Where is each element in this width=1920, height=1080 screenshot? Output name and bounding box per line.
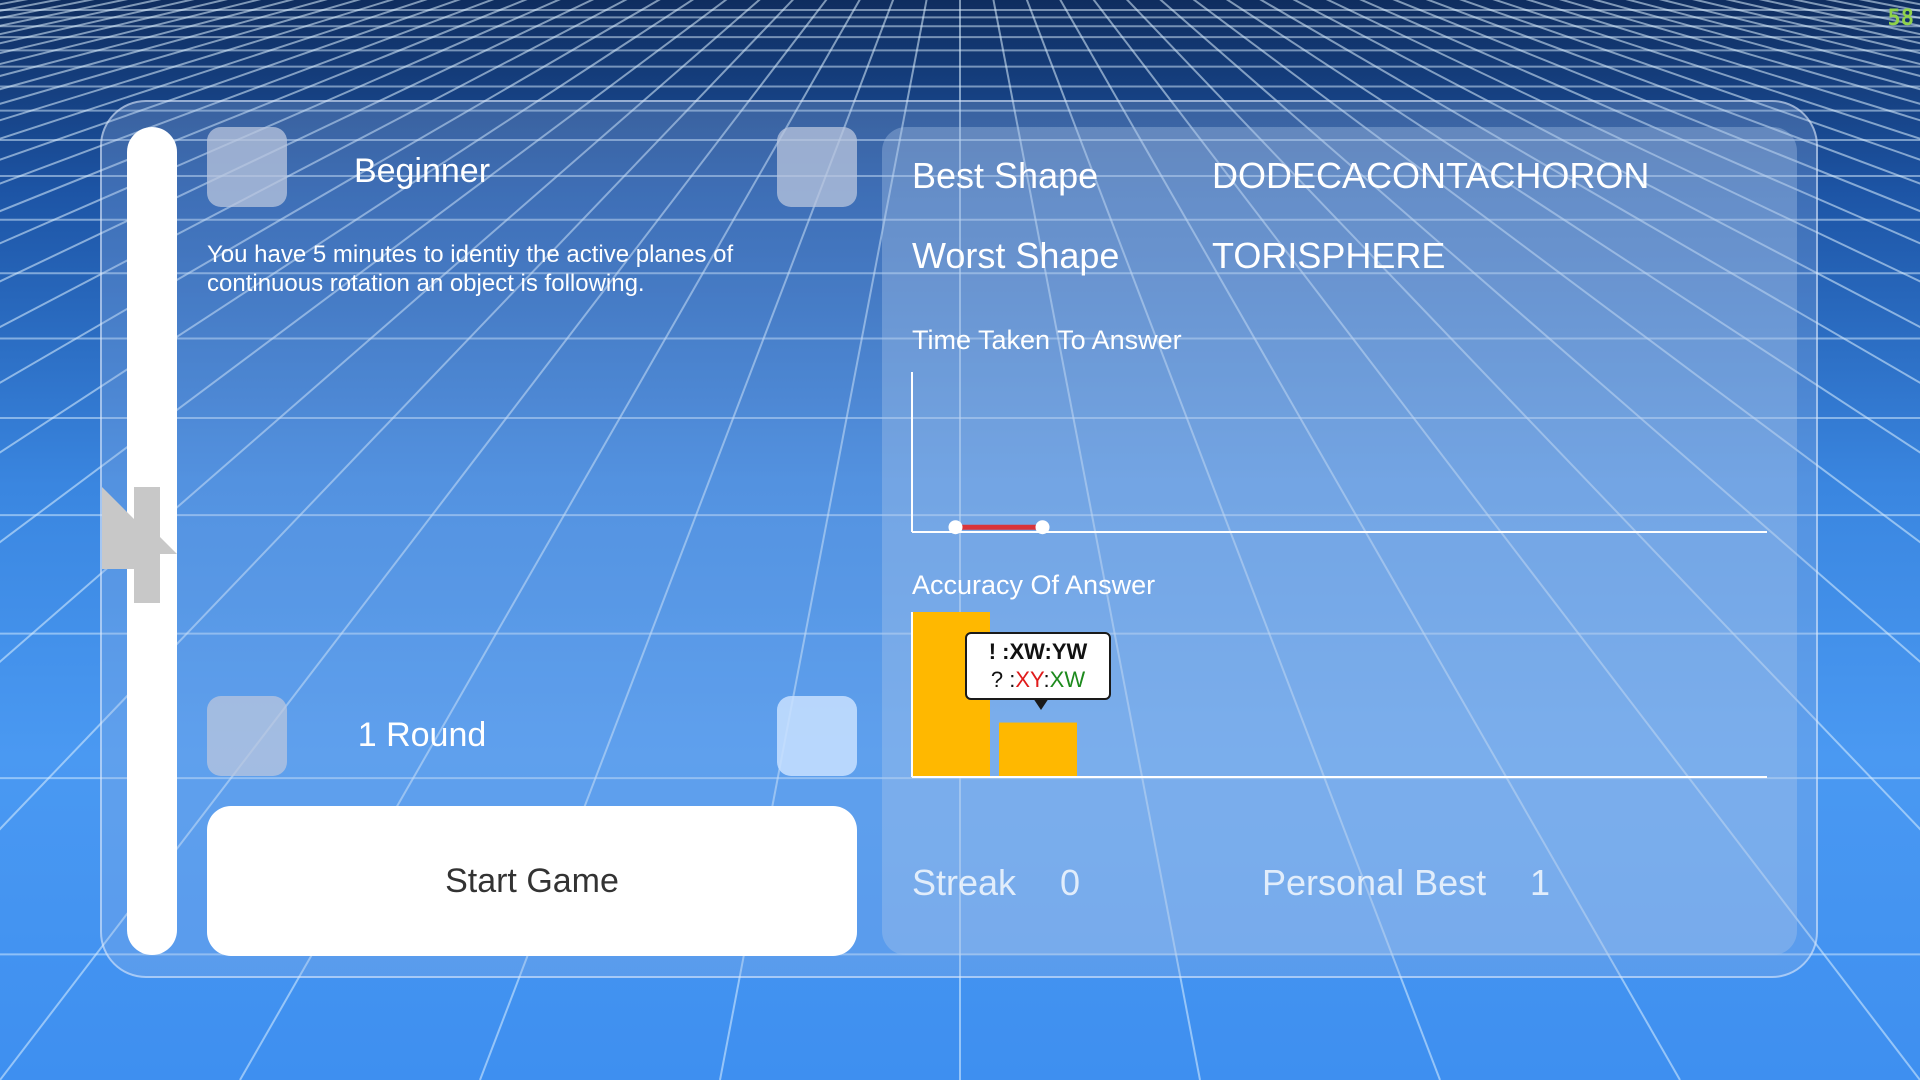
difficulty-label: Beginner (353, 152, 491, 190)
home-icon[interactable] (102, 487, 180, 603)
answer-tooltip: ! :XW:YW ? :XY:XW (965, 632, 1111, 710)
streak-label: Streak (912, 862, 1017, 903)
tooltip-given-answer: ? :XY:XW (990, 667, 1086, 692)
rounds-increase-button[interactable] (777, 696, 857, 776)
difficulty-next-button[interactable] (777, 127, 857, 207)
rounds-label: 1 Round (357, 716, 487, 754)
stats-panel: Best Shape DODECACONTACHORON Worst Shape… (882, 127, 1797, 955)
accuracy-chart (911, 612, 1767, 778)
game-menu-panel: Beginner You have 5 minutes to identiy t… (100, 100, 1818, 978)
mode-description: You have 5 minutes to identiy the active… (207, 241, 734, 297)
rounds-decrease-button[interactable] (207, 696, 287, 776)
tooltip-correct-answer: ! :XW:YW (988, 639, 1088, 664)
accuracy-bar (999, 722, 1077, 777)
streak-value: 0 (1060, 862, 1081, 903)
personal-best-label: Personal Best (1262, 862, 1487, 903)
fps-counter: 58 (1887, 6, 1915, 31)
personal-best-value: 1 (1530, 862, 1551, 903)
difficulty-prev-button[interactable] (207, 127, 287, 207)
start-game-button[interactable]: Start Game (207, 806, 857, 956)
